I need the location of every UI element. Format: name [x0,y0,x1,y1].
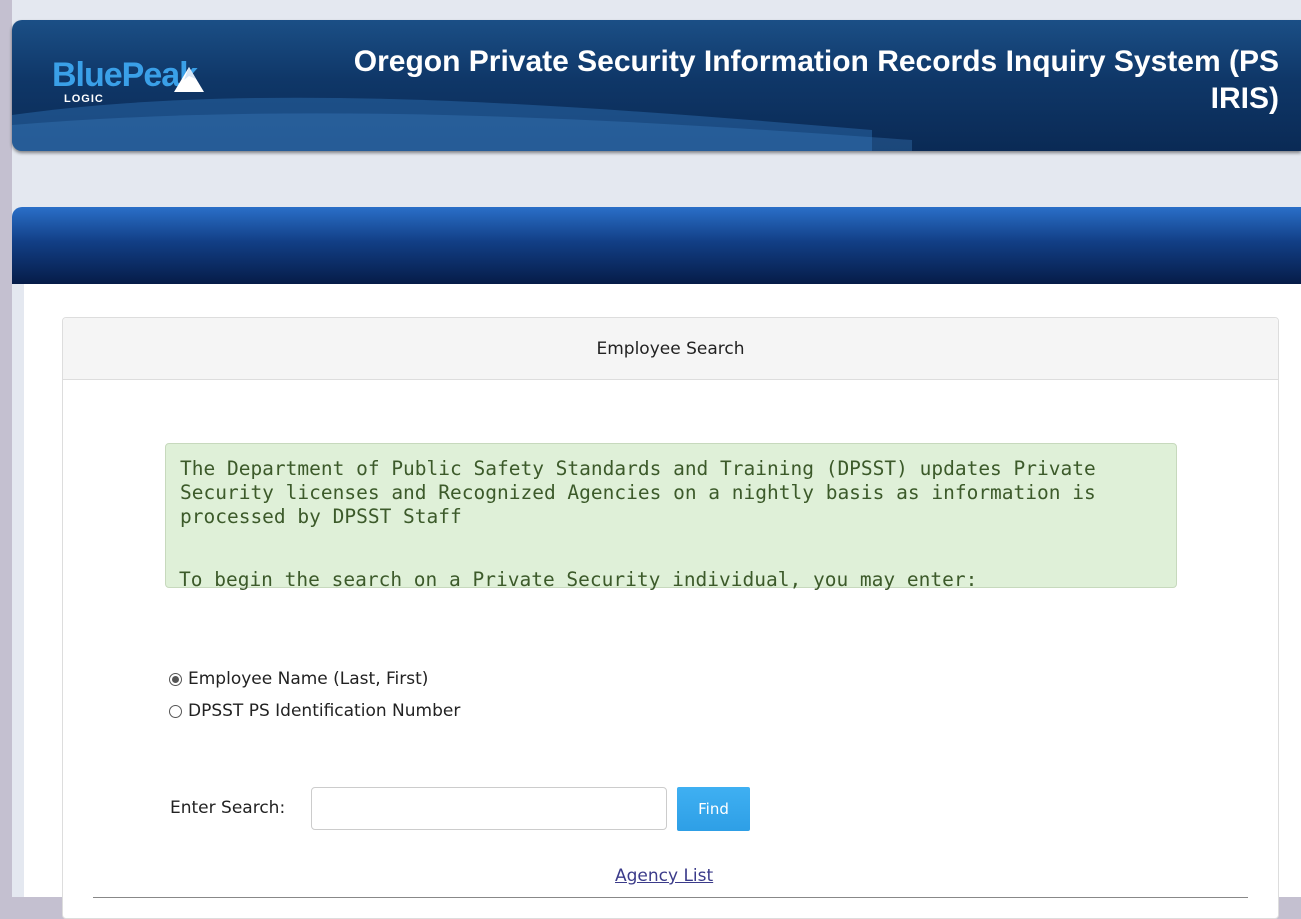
page-title: Oregon Private Security Information Reco… [353,45,1279,115]
radio-label: DPSST PS Identification Number [188,701,461,721]
window-left-edge [0,0,12,897]
navigation-bar [12,207,1301,284]
search-input[interactable] [311,787,667,830]
radio-option-dpsst-id[interactable]: DPSST PS Identification Number [169,700,460,722]
radio-label: Employee Name (Last, First) [188,669,429,689]
find-button[interactable]: Find [677,787,750,831]
notice-paragraph: The Department of Public Safety Standard… [180,457,1096,528]
bluepeak-logo: BluePeak LOGIC [52,58,272,118]
agency-list-link[interactable]: Agency List [615,866,713,886]
radio-button[interactable] [169,704,182,718]
employee-search-panel: Employee Search The Department of Public… [62,317,1279,919]
notice-instruction: To begin the search on a Private Securit… [179,568,978,591]
search-label: Enter Search: [170,798,286,818]
panel-heading: Employee Search [63,318,1278,380]
header-banner: BluePeak LOGIC Oregon Private Security I… [12,20,1301,151]
logo-subtitle: LOGIC [64,93,104,105]
main-content: Employee Search The Department of Public… [24,284,1301,919]
mountain-peak-icon [174,67,204,92]
section-divider [93,897,1248,898]
radio-option-employee-name[interactable]: Employee Name (Last, First) [169,668,428,690]
radio-button-selected[interactable] [169,672,182,686]
notice-box: The Department of Public Safety Standard… [165,443,1177,588]
